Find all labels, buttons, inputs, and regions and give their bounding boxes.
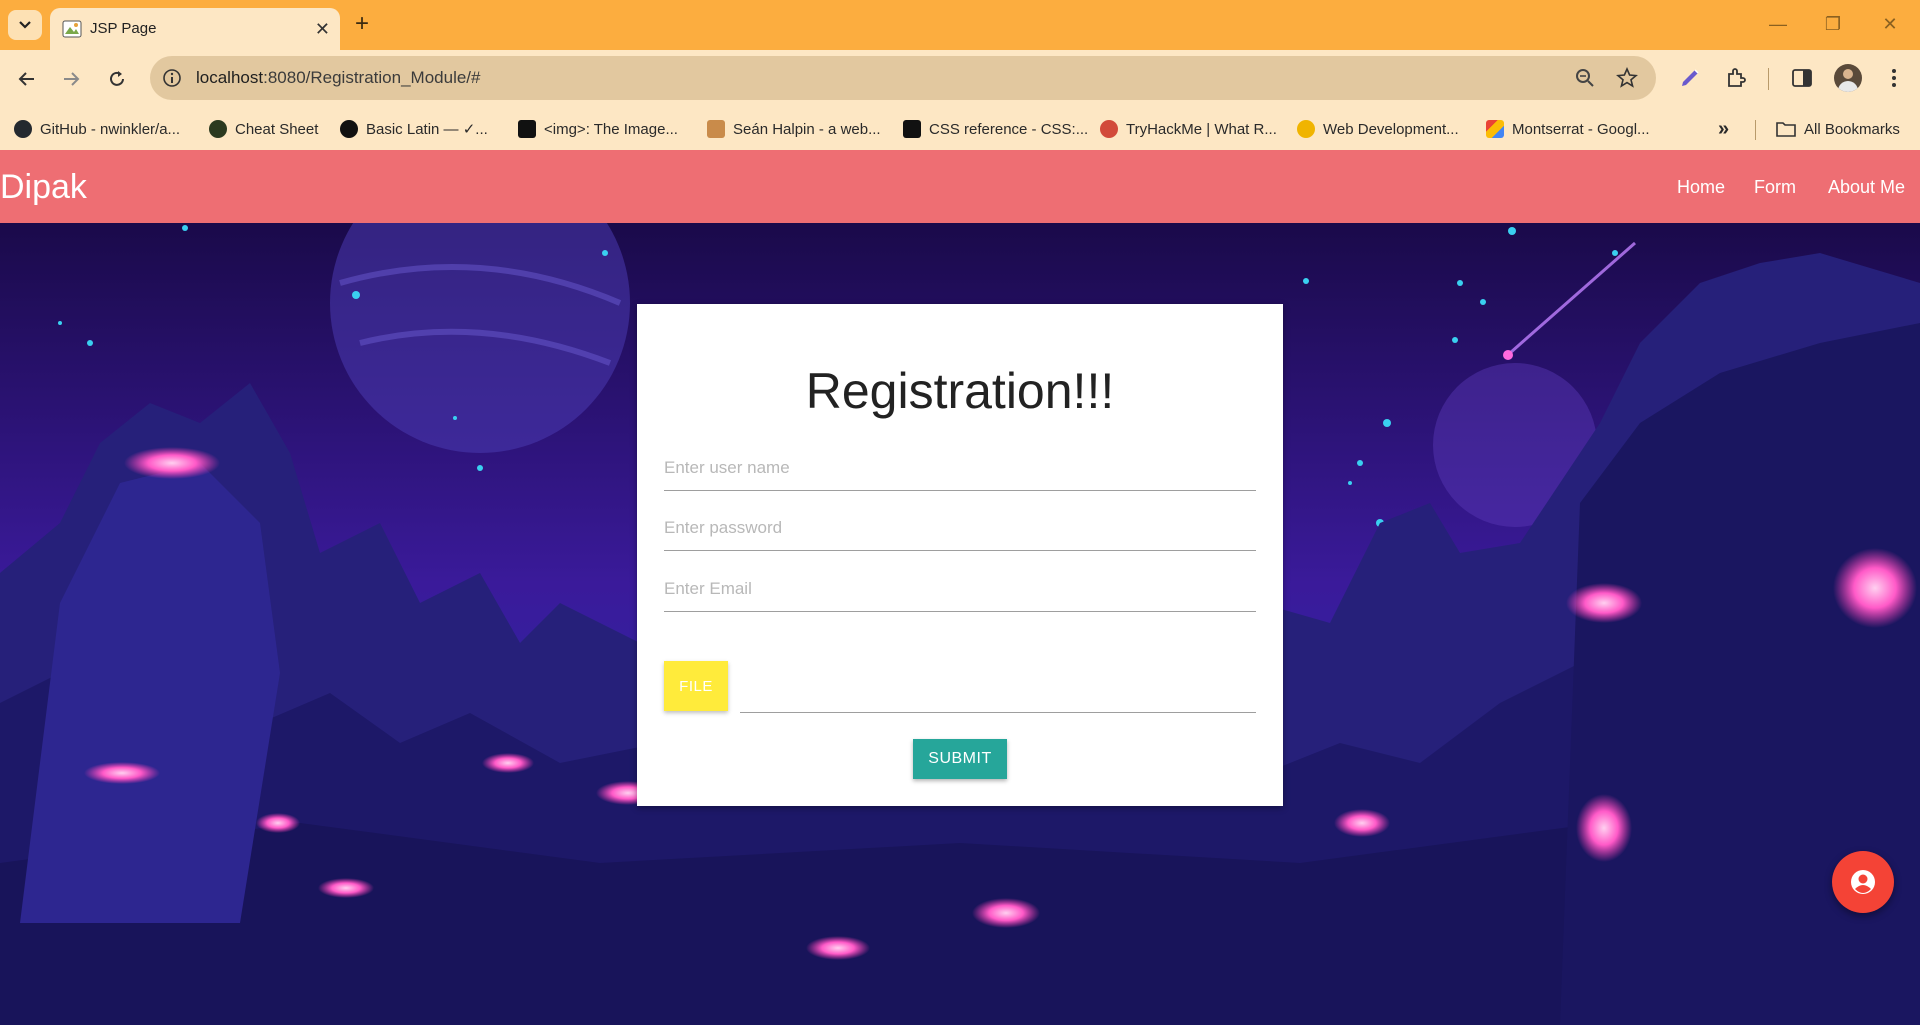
bookmarks-divider [1755, 120, 1756, 140]
form-title: Registration!!! [805, 363, 1115, 419]
web-dev-icon [1297, 120, 1315, 138]
file-path-field[interactable] [740, 668, 1256, 713]
bookmark-item[interactable]: GitHub - nwinkler/a... [14, 118, 180, 140]
avatar-face [1843, 69, 1853, 79]
bookmark-label: Basic Latin — ✓... [366, 121, 488, 138]
account-circle-icon [1851, 870, 1875, 894]
chevron-down-icon [19, 21, 31, 29]
forward-button[interactable] [56, 64, 86, 94]
tab-search-button[interactable] [8, 10, 42, 40]
bookmark-label: CSS reference - CSS:... [929, 120, 1089, 138]
bookmark-item[interactable]: Web Development... [1297, 118, 1459, 140]
bookmark-label: GitHub - nwinkler/a... [40, 120, 181, 138]
avatar-body [1838, 81, 1858, 92]
arrow-left-icon [18, 72, 34, 86]
bookmark-label: <img>: The Image... [544, 120, 678, 138]
bookmark-label: Web Development... [1323, 120, 1459, 138]
username-field[interactable] [664, 448, 1256, 491]
bookmark-item[interactable]: CSS reference - CSS:... [903, 118, 1088, 140]
reload-icon [110, 71, 124, 86]
browser-toolbar: localhost:8080/Registration_Module/# [0, 50, 1920, 108]
toolbar-divider [1768, 68, 1769, 90]
bookmark-label: Montserrat - Googl... [1512, 120, 1650, 138]
new-tab-icon[interactable]: + [355, 12, 369, 36]
web-page: Dipak Home Form About Me Registration!!!… [0, 150, 1920, 1025]
close-tab-icon[interactable]: ✕ [315, 20, 330, 38]
mdn-icon [518, 120, 536, 138]
file-upload-button[interactable]: FILE [664, 661, 728, 711]
reload-button[interactable] [102, 64, 132, 94]
kebab-menu-icon[interactable] [1882, 66, 1906, 90]
username-input[interactable] [664, 448, 1256, 488]
all-bookmarks-label: All Bookmarks [1804, 120, 1900, 138]
bookmark-label: Cheat Sheet [235, 120, 319, 138]
submit-button[interactable]: SUBMIT [913, 739, 1007, 779]
email-field[interactable] [664, 569, 1256, 612]
password-field[interactable] [664, 508, 1256, 551]
window-close-icon[interactable]: ✕ [1880, 14, 1900, 34]
star-icon[interactable] [1616, 67, 1638, 89]
page-favicon-icon [62, 20, 82, 38]
folder-icon [1776, 122, 1796, 137]
bookmark-item[interactable]: Seán Halpin - a web... [707, 118, 881, 140]
mdn-icon [903, 120, 921, 138]
address-bar[interactable]: localhost:8080/Registration_Module/# [150, 56, 1656, 100]
basic-latin-icon [340, 120, 358, 138]
active-tab[interactable]: JSP Page ✕ [50, 8, 340, 50]
extensions-icon[interactable] [1724, 66, 1748, 90]
bookmarks-bar: GitHub - nwinkler/a... Cheat Sheet Basic… [0, 108, 1920, 151]
url-path: :8080/Registration_Module/# [263, 68, 481, 87]
nav-link-form[interactable]: Form [1754, 177, 1796, 198]
email-input[interactable] [664, 569, 1256, 609]
zoom-icon[interactable] [1574, 67, 1596, 89]
bookmark-item[interactable]: Cheat Sheet [209, 118, 318, 140]
pen-extension-icon[interactable] [1678, 66, 1702, 90]
restore-icon[interactable]: ❐ [1823, 14, 1843, 34]
arrow-right-icon [64, 72, 80, 86]
tab-title: JSP Page [90, 20, 157, 37]
site-info-icon[interactable] [162, 68, 182, 88]
bookmark-label: TryHackMe | What R... [1126, 120, 1277, 138]
bookmark-item[interactable]: Basic Latin — ✓... [340, 118, 488, 140]
nav-link-about-me[interactable]: About Me [1828, 177, 1905, 198]
all-bookmarks-button[interactable]: All Bookmarks [1776, 118, 1900, 140]
side-panel-icon[interactable] [1790, 66, 1814, 90]
profile-avatar[interactable] [1834, 64, 1862, 92]
registration-card: Registration!!! FILE SUBMIT [637, 304, 1283, 806]
nav-link-home[interactable]: Home [1677, 177, 1725, 198]
url-text[interactable]: localhost:8080/Registration_Module/# [196, 68, 480, 88]
back-button[interactable] [12, 64, 42, 94]
bookmark-item[interactable]: Montserrat - Googl... [1486, 118, 1650, 140]
brand-logo[interactable]: Dipak [0, 168, 87, 207]
more-bookmarks-button[interactable]: » [1718, 118, 1729, 140]
bookmark-label: Seán Halpin - a web... [733, 120, 881, 138]
bookmark-item[interactable]: <img>: The Image... [518, 118, 678, 140]
tryhackme-icon [1100, 120, 1118, 138]
sean-halpin-icon [707, 120, 725, 138]
google-fonts-icon [1486, 120, 1504, 138]
cheat-sheet-icon [209, 120, 227, 138]
github-icon [14, 120, 32, 138]
account-fab-button[interactable] [1832, 851, 1894, 913]
url-host: localhost [196, 68, 264, 87]
bookmark-item[interactable]: TryHackMe | What R... [1100, 118, 1277, 140]
minimize-icon[interactable]: — [1768, 14, 1788, 34]
password-input[interactable] [664, 508, 1256, 548]
site-navbar: Dipak Home Form About Me [0, 150, 1920, 223]
browser-tab-bar: JSP Page ✕ + — ❐ ✕ [0, 0, 1920, 50]
